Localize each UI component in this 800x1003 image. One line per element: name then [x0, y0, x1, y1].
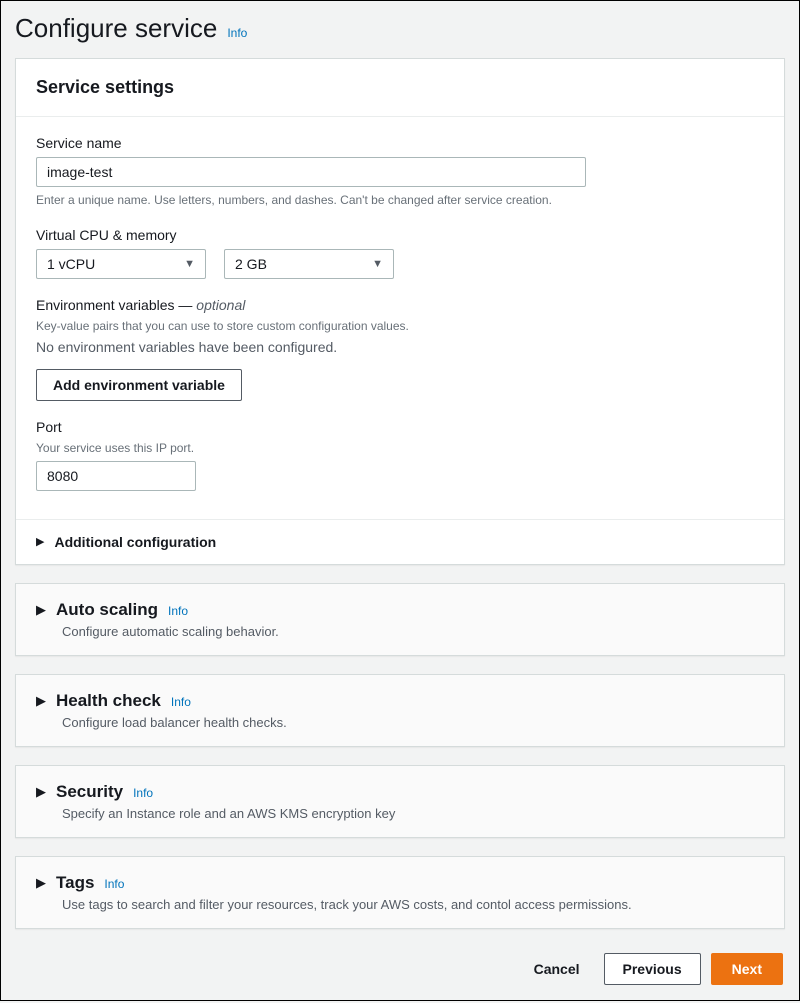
- security-toggle[interactable]: ▶ Security Info: [16, 766, 784, 806]
- page-title: Configure service: [15, 13, 217, 44]
- security-panel: ▶ Security Info Specify an Instance role…: [15, 765, 785, 838]
- cpu-memory-group: Virtual CPU & memory 1 vCPU ▼ 2 GB ▼: [36, 227, 764, 279]
- tags-desc: Use tags to search and filter your resou…: [16, 897, 784, 928]
- previous-button[interactable]: Previous: [604, 953, 701, 985]
- security-desc: Specify an Instance role and an AWS KMS …: [16, 806, 784, 837]
- service-settings-panel: Service settings Service name Enter a un…: [15, 58, 785, 565]
- auto-scaling-desc: Configure automatic scaling behavior.: [16, 624, 784, 655]
- service-name-input[interactable]: [36, 157, 586, 187]
- next-button[interactable]: Next: [711, 953, 783, 985]
- page-title-row: Configure service Info: [15, 13, 785, 44]
- vcpu-select-value: 1 vCPU: [47, 256, 95, 272]
- tags-toggle[interactable]: ▶ Tags Info: [16, 857, 784, 897]
- env-vars-hint: Key-value pairs that you can use to stor…: [36, 319, 764, 333]
- auto-scaling-panel: ▶ Auto scaling Info Configure automatic …: [15, 583, 785, 656]
- caret-right-icon: ▶: [36, 602, 46, 618]
- caret-right-icon: ▶: [36, 693, 46, 709]
- health-check-panel: ▶ Health check Info Configure load balan…: [15, 674, 785, 747]
- service-name-label: Service name: [36, 135, 764, 151]
- auto-scaling-info-link[interactable]: Info: [168, 604, 188, 618]
- page-title-info-link[interactable]: Info: [227, 26, 247, 40]
- additional-config-toggle[interactable]: ▶ Additional configuration: [16, 520, 784, 564]
- tags-info-link[interactable]: Info: [104, 877, 124, 891]
- caret-right-icon: ▶: [36, 535, 44, 548]
- service-settings-heading: Service settings: [36, 77, 764, 98]
- health-check-info-link[interactable]: Info: [171, 695, 191, 709]
- caret-right-icon: ▶: [36, 784, 46, 800]
- env-vars-label: Environment variables — optional: [36, 297, 764, 313]
- caret-down-icon: ▼: [372, 258, 383, 270]
- port-input[interactable]: [36, 461, 196, 491]
- cpu-memory-label: Virtual CPU & memory: [36, 227, 764, 243]
- health-check-toggle[interactable]: ▶ Health check Info: [16, 675, 784, 715]
- service-settings-header: Service settings: [16, 59, 784, 117]
- tags-title: Tags: [56, 873, 94, 893]
- security-title: Security: [56, 782, 123, 802]
- env-vars-group: Environment variables — optional Key-val…: [36, 297, 764, 401]
- security-info-link[interactable]: Info: [133, 786, 153, 800]
- auto-scaling-title: Auto scaling: [56, 600, 158, 620]
- vcpu-select[interactable]: 1 vCPU ▼: [36, 249, 206, 279]
- health-check-title: Health check: [56, 691, 161, 711]
- env-vars-empty: No environment variables have been confi…: [36, 339, 764, 355]
- memory-select[interactable]: 2 GB ▼: [224, 249, 394, 279]
- caret-down-icon: ▼: [184, 258, 195, 270]
- service-name-group: Service name Enter a unique name. Use le…: [36, 135, 764, 209]
- cancel-button[interactable]: Cancel: [520, 954, 594, 984]
- footer-actions: Cancel Previous Next: [15, 947, 785, 989]
- add-env-var-button[interactable]: Add environment variable: [36, 369, 242, 401]
- health-check-desc: Configure load balancer health checks.: [16, 715, 784, 746]
- caret-right-icon: ▶: [36, 875, 46, 891]
- tags-panel: ▶ Tags Info Use tags to search and filte…: [15, 856, 785, 929]
- port-label: Port: [36, 419, 764, 435]
- port-group: Port Your service uses this IP port.: [36, 419, 764, 491]
- env-vars-optional-text: optional: [192, 297, 245, 313]
- env-vars-label-text: Environment variables —: [36, 297, 192, 313]
- service-name-hint: Enter a unique name. Use letters, number…: [36, 192, 764, 209]
- additional-config-title: Additional configuration: [54, 534, 216, 550]
- auto-scaling-toggle[interactable]: ▶ Auto scaling Info: [16, 584, 784, 624]
- port-hint: Your service uses this IP port.: [36, 441, 764, 455]
- memory-select-value: 2 GB: [235, 256, 267, 272]
